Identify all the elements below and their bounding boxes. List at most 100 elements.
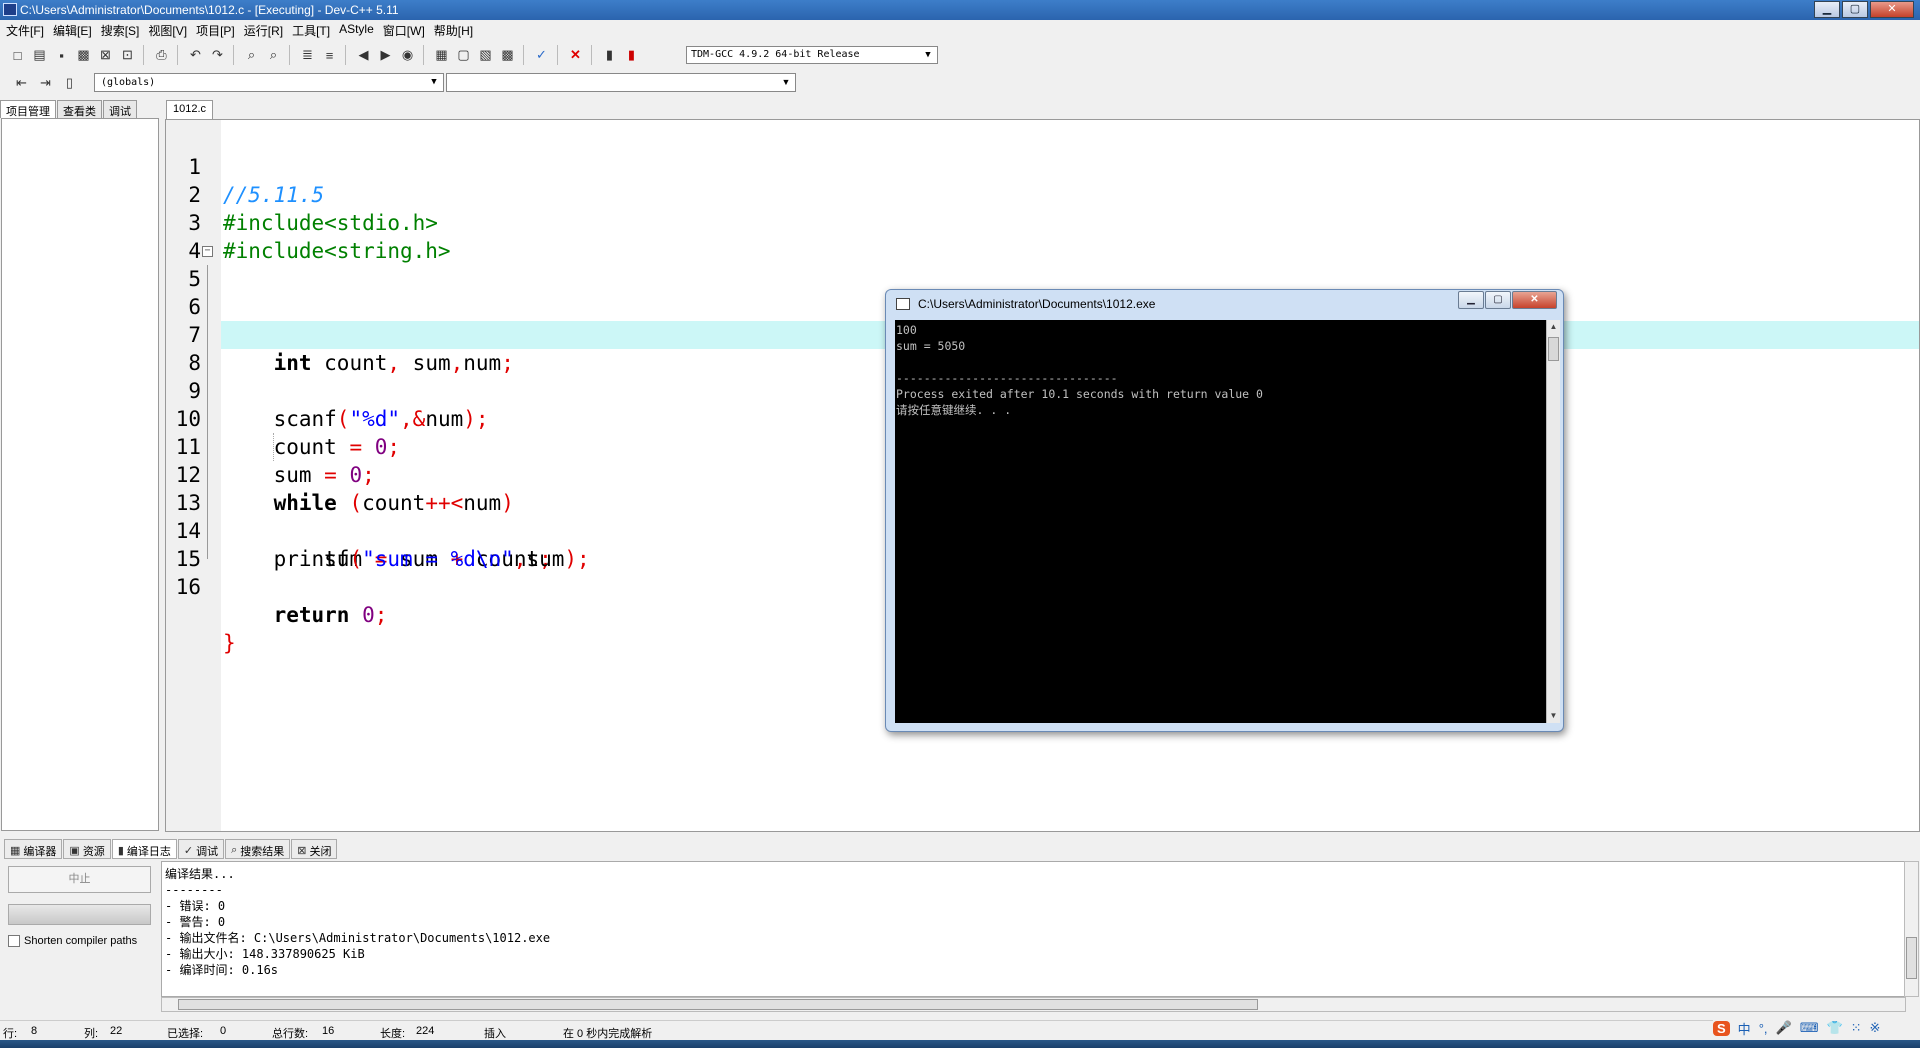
class-select[interactable]: (globals) ▼ [94, 73, 444, 92]
menu-run[interactable]: 运行[R] [242, 20, 290, 38]
tab-project[interactable]: 项目管理 [0, 100, 56, 118]
find-icon[interactable]: ⌕ [242, 46, 261, 65]
unindent-icon[interactable]: ≡ [320, 46, 339, 65]
profile-icon[interactable]: ▮ [600, 46, 619, 65]
close-button[interactable]: ✕ [1870, 1, 1914, 18]
compiler-select[interactable]: TDM-GCC 4.9.2 64-bit Release ▼ [686, 46, 938, 64]
shorten-paths-option[interactable]: Shorten compiler paths [8, 935, 137, 947]
status-length-label: 长度: [380, 1028, 406, 1040]
rebuild-icon[interactable]: ▩ [498, 46, 517, 65]
line-number: 15 [175, 547, 201, 571]
member-select[interactable]: ▼ [446, 73, 796, 92]
shorten-paths-checkbox[interactable] [8, 935, 20, 947]
scroll-down-icon[interactable]: ▼ [1547, 709, 1560, 723]
toolbar-separator [557, 45, 563, 65]
minimize-button[interactable]: ▁ [1814, 1, 1840, 18]
tab-classes[interactable]: 查看类 [57, 100, 102, 118]
more-icon[interactable]: ※ [1870, 1020, 1881, 1036]
scroll-thumb[interactable] [1906, 937, 1917, 979]
code-line: 2 #include<stdio.h> [188, 153, 1919, 235]
replace-icon[interactable]: ⌕ [264, 46, 283, 65]
close-file-icon[interactable]: ⊠ [96, 46, 115, 65]
scroll-thumb[interactable] [1548, 337, 1559, 361]
run-icon[interactable]: ▢ [454, 46, 473, 65]
log-horizontal-scrollbar[interactable] [161, 997, 1906, 1012]
line-number: 10 [175, 407, 201, 431]
menu-window[interactable]: 窗口[W] [381, 20, 432, 38]
back-icon[interactable]: ◀ [354, 46, 373, 65]
tab-compile-log[interactable]: ▮ 编译日志 [111, 839, 177, 859]
indent-icon[interactable]: ≣ [298, 46, 317, 65]
title-bar: C:\Users\Administrator\Documents\1012.c … [0, 0, 1920, 20]
close-all-icon[interactable]: ⊡ [118, 46, 137, 65]
save-all-icon[interactable]: ▩ [74, 46, 93, 65]
code-line: 5 − int main(){ [188, 237, 1919, 348]
menu-astyle[interactable]: AStyle [337, 20, 381, 38]
tab-search-results[interactable]: ⌕ 搜索结果 [225, 839, 291, 859]
skin-icon[interactable]: 👕 [1826, 1020, 1842, 1036]
microphone-icon[interactable]: 🎤 [1776, 1020, 1792, 1036]
menu-view[interactable]: 视图[V] [146, 20, 194, 38]
menu-edit[interactable]: 编辑[E] [51, 20, 99, 38]
console-close-button[interactable]: ✕ [1512, 291, 1557, 309]
line-number: 7 [188, 323, 201, 347]
keyboard-icon[interactable]: ⌨ [1800, 1020, 1819, 1036]
console-maximize-button[interactable]: ▢ [1485, 291, 1511, 309]
tab-close[interactable]: ⊠ 关闭 [291, 839, 338, 859]
insert-icon[interactable]: ⇤ [12, 73, 31, 92]
scroll-thumb[interactable] [178, 999, 1258, 1010]
console-window[interactable]: C:\Users\Administrator\Documents\1012.ex… [885, 289, 1564, 732]
compile-run-icon[interactable]: ▧ [476, 46, 495, 65]
new-file-icon[interactable]: □ [8, 46, 27, 65]
tab-debug[interactable]: 调试 [103, 100, 137, 118]
toolbar-separator [143, 45, 149, 65]
toolbar-separator [289, 45, 295, 65]
print-icon[interactable]: ⎙ [152, 46, 171, 65]
forward-icon[interactable]: ▶ [376, 46, 395, 65]
redo-icon[interactable]: ↷ [208, 46, 227, 65]
console-scrollbar[interactable]: ▲ ▼ [1546, 320, 1560, 723]
goto-bookmark-icon[interactable]: ▯ [60, 73, 79, 92]
check-syntax-icon[interactable]: ✓ [532, 46, 551, 65]
line-number: 5 [188, 267, 201, 291]
menu-search[interactable]: 搜索[S] [99, 20, 147, 38]
toggle-bookmark-icon[interactable]: ⇥ [36, 73, 55, 92]
tab-debug-bottom[interactable]: ✓ 调试 [177, 839, 225, 859]
scroll-up-icon[interactable]: ▲ [1547, 320, 1560, 334]
punctuation-icon[interactable]: °, [1759, 1021, 1768, 1036]
fold-collapse-icon[interactable]: − [202, 246, 213, 257]
sogou-logo-icon[interactable]: S [1713, 1020, 1730, 1036]
log-vertical-scrollbar[interactable] [1904, 861, 1919, 997]
menu-project[interactable]: 项目[P] [194, 20, 242, 38]
resources-icon: ▣ [69, 845, 80, 857]
delete-profile-icon[interactable]: ▮ [622, 46, 641, 65]
menu-file[interactable]: 文件[F] [4, 20, 51, 38]
chevron-down-icon: ▼ [781, 77, 791, 87]
toolbar-separator [345, 45, 351, 65]
bottom-panel-tabs: ▦ 编译器 ▣ 资源 ▮ 编译日志 ✓ 调试 ⌕ 搜索结果 ⊠ 关闭 [0, 839, 1920, 859]
indent-guide [273, 433, 274, 461]
stop-icon[interactable]: ✕ [566, 46, 585, 65]
abort-button[interactable]: 中止 [8, 866, 151, 893]
menu-help[interactable]: 帮助[H] [432, 20, 480, 38]
goto-icon[interactable]: ◉ [398, 46, 417, 65]
console-minimize-button[interactable]: ▁ [1458, 291, 1484, 309]
left-panel-tabs: 项目管理 查看类 调试 [0, 100, 138, 118]
menu-tools[interactable]: 工具[T] [290, 20, 337, 38]
maximize-button[interactable]: ▢ [1842, 1, 1868, 18]
compile-icon[interactable]: ▦ [432, 46, 451, 65]
compile-controls: 中止 Shorten compiler paths [0, 861, 160, 1016]
open-file-icon[interactable]: ▤ [30, 46, 49, 65]
grid-icon[interactable]: ⁙ [1851, 1020, 1862, 1036]
line-number: 2 [188, 183, 201, 207]
tab-compiler[interactable]: ▦ 编译器 [4, 839, 63, 859]
file-tab[interactable]: 1012.c [166, 100, 214, 119]
compile-log[interactable]: 编译结果... -------- - 错误: 0 - 警告: 0 - 输出文件名… [161, 861, 1906, 997]
ime-language[interactable]: 中 [1738, 1019, 1751, 1038]
undo-icon[interactable]: ↶ [186, 46, 205, 65]
save-icon[interactable]: ▪ [52, 46, 71, 65]
tab-resources[interactable]: ▣ 资源 [63, 839, 111, 859]
tab-label: 编译日志 [126, 845, 171, 858]
console-output[interactable]: 100 sum = 5050 -------------------------… [895, 320, 1546, 723]
status-selected: 0 [220, 1025, 227, 1037]
